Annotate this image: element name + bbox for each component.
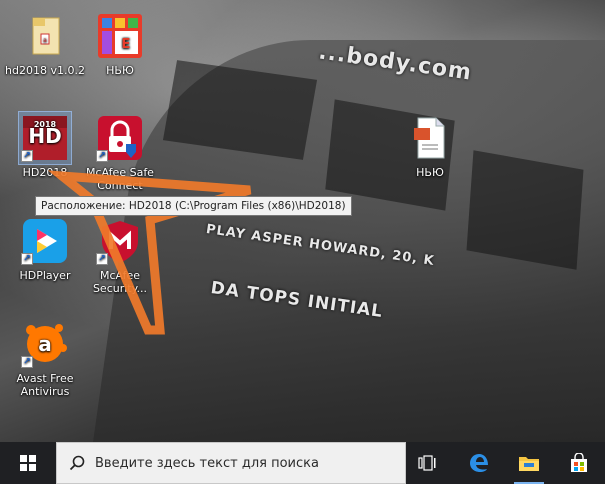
edge-taskbar-button[interactable] xyxy=(456,442,502,484)
folder-icon xyxy=(519,457,539,471)
windows-logo-icon xyxy=(20,455,36,471)
taskbar xyxy=(0,442,605,484)
store-taskbar-button[interactable] xyxy=(556,442,602,484)
search-icon xyxy=(69,455,85,471)
task-view-icon xyxy=(418,455,436,471)
task-view-button[interactable] xyxy=(404,442,450,484)
taskbar-search-box[interactable] xyxy=(56,442,406,484)
annotation-arrow xyxy=(47,170,252,335)
start-button[interactable] xyxy=(0,442,56,484)
file-explorer-taskbar-button[interactable] xyxy=(506,442,552,484)
store-bag-icon xyxy=(571,453,587,472)
icon-location-tooltip: Расположение: HD2018 (C:\Program Files (… xyxy=(35,196,352,216)
desktop[interactable]: ...body.com PLAY ASPER HOWARD, 20, K DA … xyxy=(0,0,605,442)
edge-browser-icon xyxy=(470,454,488,472)
search-input[interactable] xyxy=(95,455,395,471)
